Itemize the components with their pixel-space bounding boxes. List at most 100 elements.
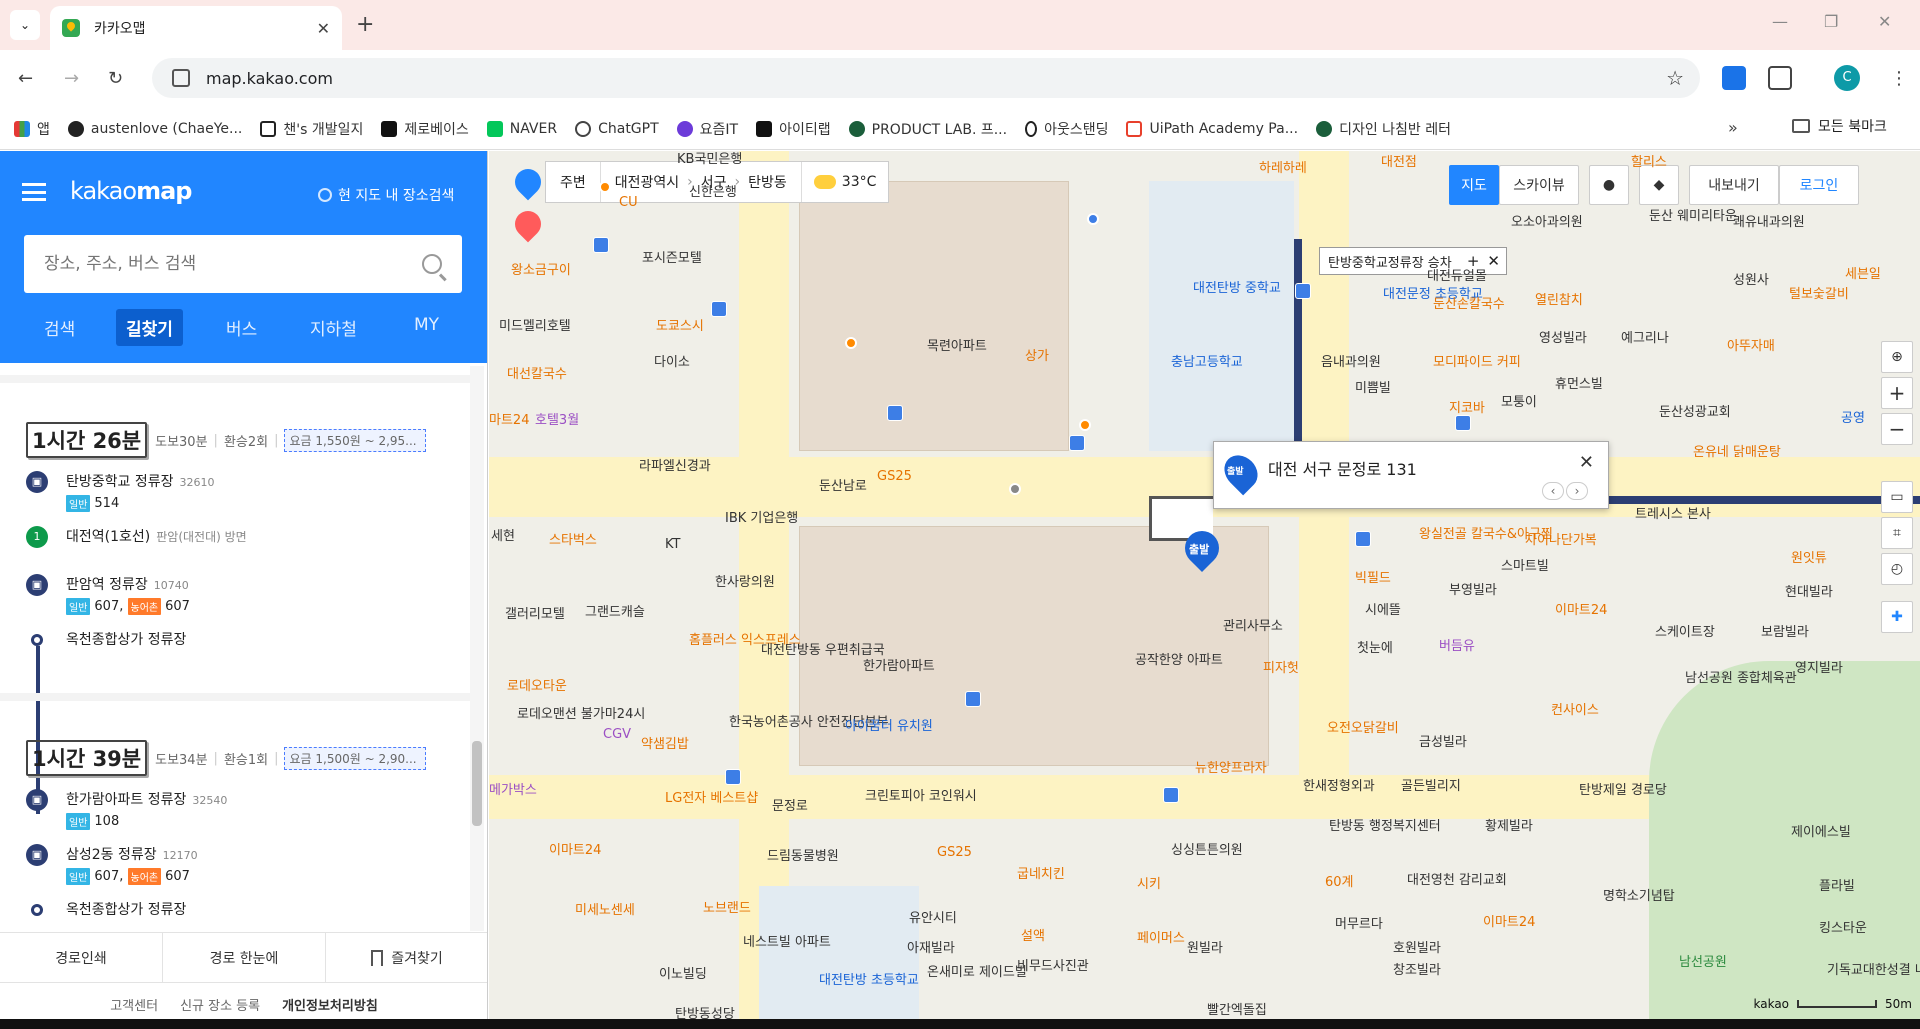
map-label[interactable]: 명학소기념탑 xyxy=(1603,885,1675,904)
browser-tab[interactable]: 카카오맵 ✕ xyxy=(50,6,342,50)
close-window-icon[interactable]: ✕ xyxy=(1878,12,1891,31)
map-label[interactable]: 관리사무소 xyxy=(1223,615,1283,634)
bus-stop-icon[interactable] xyxy=(725,769,741,785)
map-label[interactable]: 원빌라 xyxy=(1187,937,1223,956)
map-label[interactable]: 기독교대한성결 나비성교회 xyxy=(1827,959,1920,978)
map-label[interactable]: 미드멜리호텔 xyxy=(499,315,571,334)
search-input[interactable] xyxy=(44,254,422,274)
bookmark-yozmit[interactable]: 요즘IT xyxy=(676,119,738,139)
tab-search[interactable]: 검색 xyxy=(34,309,85,346)
bus-stop-icon[interactable] xyxy=(1355,531,1371,547)
map-label[interactable]: 대전탄방 중학교 xyxy=(1193,277,1281,296)
map-label[interactable]: 첫눈에 xyxy=(1357,637,1393,656)
map-label[interactable]: 페이머스 xyxy=(1137,927,1185,946)
map-label[interactable]: 아뚜자매 xyxy=(1727,335,1775,354)
map-label[interactable]: 둔산 웨미리타운 xyxy=(1649,205,1737,224)
map-label[interactable]: 모퉁이 xyxy=(1501,391,1537,410)
map-label[interactable]: 60계 xyxy=(1325,871,1354,890)
map-label[interactable]: 쾌유내과의원 xyxy=(1733,211,1805,230)
route-step[interactable]: 옥천종합상가 정류장 xyxy=(26,629,466,663)
back-icon[interactable]: ← xyxy=(18,68,33,89)
map-label[interactable]: 유안시티 xyxy=(909,907,957,926)
route-step[interactable]: ▣ 삼성2동 정류장 12170 일반 607, 농어촌 607 xyxy=(26,844,466,885)
download-icon[interactable] xyxy=(1722,66,1746,90)
map-label[interactable]: 탄방동성당 xyxy=(675,1003,735,1019)
zoom-out-icon[interactable]: − xyxy=(1881,413,1913,445)
bus-stop-icon[interactable] xyxy=(1295,283,1311,299)
map-label[interactable]: 공작한양 아파트 xyxy=(1135,649,1223,668)
map-label[interactable]: 킹스타운 xyxy=(1819,917,1867,936)
map-label[interactable]: 미쁨빌 xyxy=(1355,377,1391,396)
restore-icon[interactable]: ❐ xyxy=(1824,12,1838,31)
register-place-link[interactable]: 신규 장소 등록 xyxy=(180,995,260,1014)
breadcrumb-city[interactable]: 대전광역시 xyxy=(615,172,679,192)
map-label[interactable]: 충남고등학교 xyxy=(1171,351,1243,370)
url-text[interactable]: map.kakao.com xyxy=(206,69,1666,88)
add-place-icon[interactable]: ✚ xyxy=(1881,601,1913,633)
map-label[interactable]: 플라빌 xyxy=(1819,875,1855,894)
customer-center-link[interactable]: 고객센터 xyxy=(110,995,158,1014)
site-info-icon[interactable] xyxy=(172,69,190,87)
map-label[interactable]: CGV xyxy=(603,727,631,742)
map-label[interactable]: 설액 xyxy=(1021,925,1045,944)
tab-bus[interactable]: 버스 xyxy=(216,309,267,346)
map-label[interactable]: 갤러리모텔 xyxy=(505,603,565,622)
map-label[interactable]: 이마트24 xyxy=(549,839,601,858)
bookmark-star-icon[interactable]: ☆ xyxy=(1666,66,1684,90)
map-label[interactable]: 열린참치 xyxy=(1535,289,1583,308)
bus-stop-icon[interactable] xyxy=(1069,435,1085,451)
map-label[interactable]: 도쿄스시 xyxy=(656,315,704,334)
login-button[interactable]: 로그인 xyxy=(1779,165,1859,205)
map-label[interactable]: 음내과의원 xyxy=(1321,351,1381,370)
origin-pin-icon[interactable] xyxy=(509,163,547,201)
map-label[interactable]: 지코바 xyxy=(1449,397,1485,416)
map-label[interactable]: 굽네치킨 xyxy=(1017,863,1065,882)
map-label[interactable]: 머무르다 xyxy=(1335,913,1383,932)
map-label[interactable]: KB국민은행 xyxy=(677,151,742,167)
map-label[interactable]: 약샘김밥 xyxy=(641,733,689,752)
map-label[interactable]: 아재빌라 xyxy=(907,937,955,956)
map-label[interactable]: 피자헛 xyxy=(1263,657,1299,676)
bus-stop-icon[interactable] xyxy=(887,405,903,421)
next-icon[interactable]: › xyxy=(1566,482,1588,500)
map-label[interactable]: 예그리나 xyxy=(1621,327,1669,346)
map-label[interactable]: 라파엘신경과 xyxy=(639,455,711,474)
bus-stop-icon[interactable] xyxy=(711,301,727,317)
route-option-2[interactable]: 1시간 39분 도보34분 | 환승1회 | 요금 1,500원 ~ 2,90.… xyxy=(26,740,466,933)
map-label[interactable]: 이마트24 xyxy=(1555,599,1607,618)
favorite-button[interactable]: 즐겨찾기 xyxy=(326,933,487,982)
map-label[interactable]: LG전자 베스트샵 xyxy=(665,787,758,806)
skyview-button[interactable]: 스카이뷰 xyxy=(1499,165,1579,205)
map-label[interactable]: 금성빌라 xyxy=(1419,731,1467,750)
map-label[interactable]: 할리스 xyxy=(1631,151,1667,170)
radius-icon[interactable]: ◴ xyxy=(1881,553,1913,585)
route-step[interactable]: 옥천종합상가 정류장 xyxy=(26,899,466,933)
route-step[interactable]: ▣ 탄방중학교 정류장 32610 일반 514 xyxy=(26,471,466,512)
map-label[interactable]: 온새미로 제이드빌 xyxy=(927,961,1027,980)
bus-stop-icon[interactable] xyxy=(593,237,609,253)
map-label[interactable]: GS25 xyxy=(937,845,972,860)
bookmark-notion[interactable]: 챈's 개발일지 xyxy=(260,119,363,139)
reload-icon[interactable]: ↻ xyxy=(108,68,123,89)
map-label[interactable]: IBK 기업은행 xyxy=(725,507,798,526)
map-label[interactable]: 로데오맨션 불가마24시 xyxy=(517,703,645,722)
route-option-1[interactable]: 1시간 26분 도보30분 | 환승2회 | 요금 1,550원 ~ 2,95.… xyxy=(26,422,466,663)
map-label[interactable]: 세현 xyxy=(491,525,515,544)
bookmark-naver[interactable]: NAVER xyxy=(486,120,557,137)
bookmark-outstanding[interactable]: 아웃스탠딩 xyxy=(1025,119,1108,139)
map-label[interactable]: 대선칼국수 xyxy=(507,363,567,382)
map-label[interactable]: 남선공원 종합체육관 xyxy=(1685,667,1797,686)
map-label[interactable]: 이마트24 xyxy=(1483,911,1535,930)
map-label[interactable]: 스케이트장 xyxy=(1655,621,1715,640)
bookmark-chatgpt[interactable]: ChatGPT xyxy=(575,120,659,137)
map-label[interactable]: 대전영천 감리교회 xyxy=(1407,869,1507,888)
zoom-in-icon[interactable]: + xyxy=(1881,377,1913,409)
map-label[interactable]: 창조빌라 xyxy=(1393,959,1441,978)
map-label[interactable]: 차이나단가복 xyxy=(1525,529,1597,548)
map-label[interactable]: 왕소금구이 xyxy=(511,259,571,278)
map-label[interactable]: 목련아파트 xyxy=(927,335,987,354)
restaurant-icon[interactable] xyxy=(599,181,611,193)
map-label[interactable]: 공영 xyxy=(1841,407,1865,426)
breadcrumb-dong[interactable]: 탄방동 xyxy=(748,172,787,192)
map-label[interactable]: 스마트빌 xyxy=(1501,555,1549,574)
